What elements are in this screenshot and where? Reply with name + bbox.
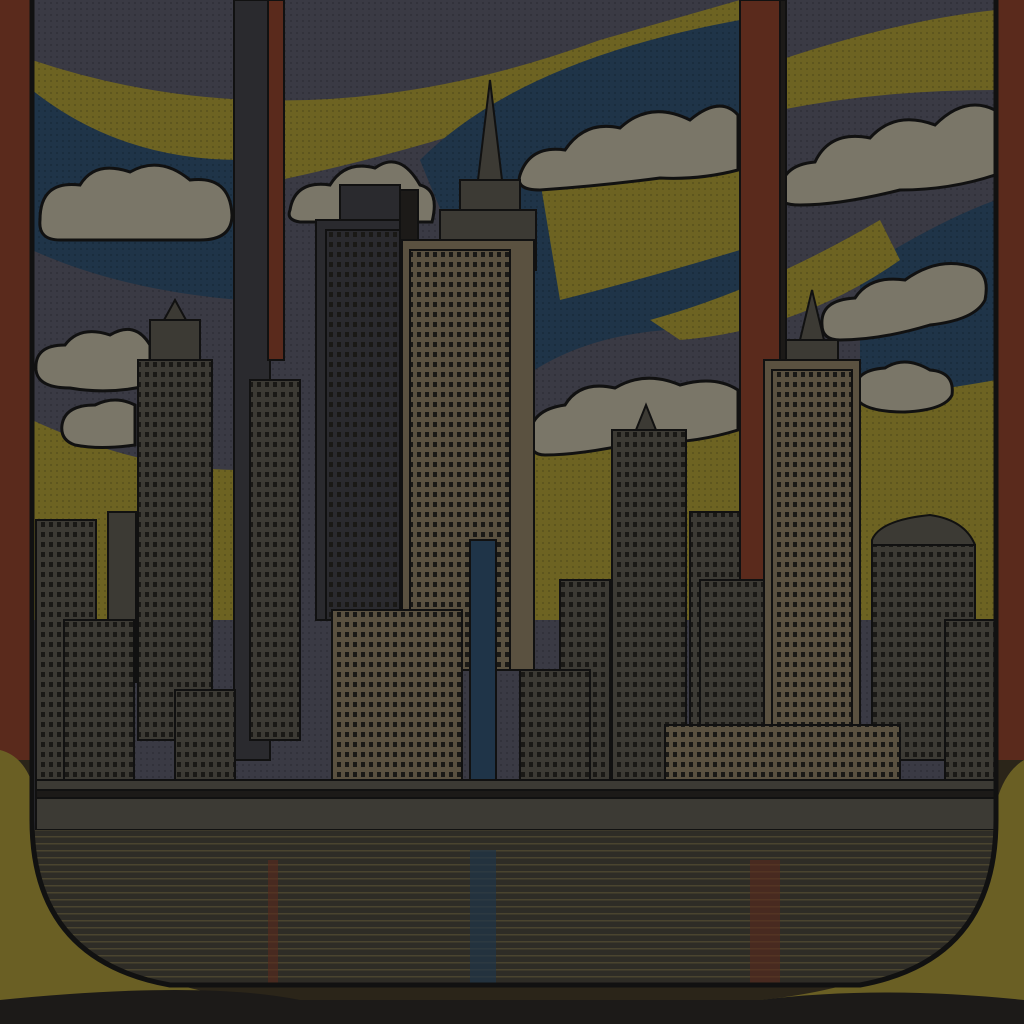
left-frame-red bbox=[0, 0, 32, 760]
right-frame-red bbox=[996, 0, 1024, 760]
left-spire-tower bbox=[137, 297, 213, 741]
city-skyline-illustration bbox=[0, 0, 1024, 1024]
